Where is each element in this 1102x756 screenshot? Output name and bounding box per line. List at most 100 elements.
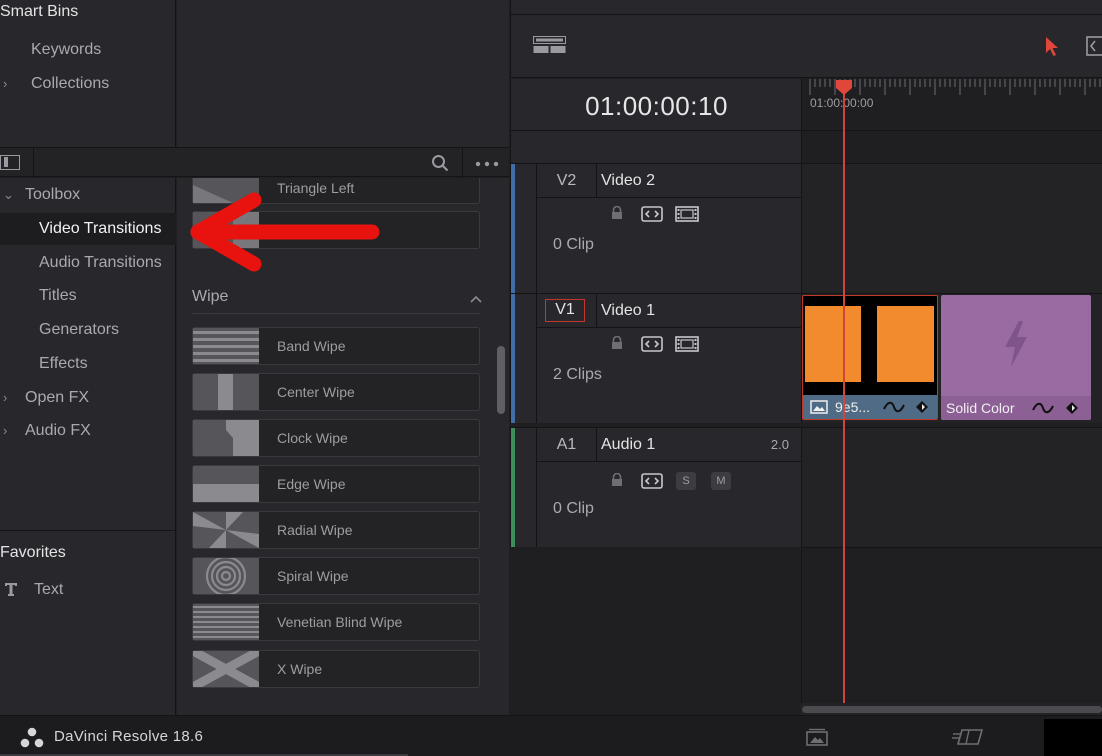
divider [0, 530, 176, 531]
timeline-view-options-icon[interactable] [533, 36, 566, 54]
smart-bins-header: Smart Bins [0, 3, 79, 20]
track-lane-a1[interactable] [801, 427, 1102, 547]
playhead-line[interactable] [843, 80, 845, 704]
bin-contents-area [177, 0, 509, 147]
tree-item-open-fx[interactable]: Open FX [25, 389, 89, 407]
app-footer: DaVinci Resolve 18.6 [0, 715, 1102, 756]
film-strip-icon[interactable] [675, 336, 699, 352]
favorites-header: Favorites [0, 544, 66, 561]
chevron-down-icon[interactable]: ⌄ [3, 187, 14, 203]
tree-item-generators[interactable]: Generators [39, 321, 119, 339]
transition-x-wipe[interactable]: X Wipe [192, 650, 480, 688]
chevron-right-icon[interactable]: › [3, 423, 7, 438]
transition-label: Radial Wipe [277, 522, 353, 538]
transition-spiral-wipe[interactable]: Spiral Wipe [192, 557, 480, 595]
divider [597, 197, 802, 198]
lock-icon[interactable] [610, 473, 624, 487]
keyframe-icon[interactable] [915, 400, 929, 414]
timeline-clip-solid-color[interactable]: Solid Color [941, 295, 1091, 420]
favorite-item-text[interactable]: Text [34, 581, 63, 599]
tree-item-titles[interactable]: Titles [39, 287, 77, 305]
media-page-icon[interactable] [806, 728, 828, 746]
timeline-toolbar [510, 0, 1102, 78]
clip-footer: 9e5... [803, 395, 937, 419]
divider [597, 327, 802, 328]
transition-edge-wipe[interactable]: Edge Wipe [192, 465, 480, 503]
curve-icon[interactable] [883, 400, 905, 414]
transition-label: X Wipe [277, 661, 323, 677]
transition-label: Band Wipe [277, 338, 346, 354]
footer-black-area [1044, 719, 1102, 756]
track-id-active[interactable]: V1 [545, 299, 585, 322]
auto-select-icon[interactable] [641, 473, 663, 489]
keyframe-icon[interactable] [1065, 401, 1079, 415]
track-name[interactable]: Video 1 [601, 294, 655, 328]
playhead-handle[interactable] [835, 80, 853, 96]
toolbox-panel: ⌄ Toolbox Video Transitions Audio Transi… [0, 178, 176, 715]
clip-name: Solid Color [946, 400, 1015, 416]
divider [33, 148, 34, 178]
lock-icon[interactable] [610, 206, 624, 220]
transition-center-wipe[interactable]: Center Wipe [192, 373, 480, 411]
track-name[interactable]: Audio 1 [601, 428, 655, 462]
transition-radial-wipe[interactable]: Radial Wipe [192, 511, 480, 549]
effects-toolbar [0, 147, 509, 178]
text-T-icon [5, 583, 17, 596]
transition-thumbnail [193, 466, 259, 502]
timeline-scrollbar[interactable] [802, 706, 1102, 713]
tree-item-audio-transitions[interactable]: Audio Transitions [39, 254, 162, 272]
track-id[interactable]: A1 [537, 428, 597, 462]
tree-item-toolbox[interactable]: Toolbox [25, 186, 80, 204]
mute-button[interactable]: M [711, 472, 731, 490]
clip-thumbnail [803, 296, 936, 394]
divider [511, 14, 1102, 15]
track-id[interactable]: V2 [537, 164, 597, 198]
cut-page-icon[interactable] [952, 728, 984, 746]
transition-clock-wipe[interactable]: Clock Wipe [192, 419, 480, 457]
lock-icon[interactable] [610, 336, 624, 350]
transition-venetian-blind-wipe[interactable]: Venetian Blind Wipe [192, 603, 480, 641]
tree-item-audio-fx[interactable]: Audio FX [25, 422, 91, 440]
tree-item-video-transitions[interactable]: Video Transitions [39, 220, 161, 238]
more-options-icon[interactable] [475, 161, 499, 167]
clip-footer: Solid Color [941, 396, 1091, 420]
chevron-right-icon[interactable]: › [3, 390, 7, 405]
transition-band-wipe[interactable]: Band Wipe [192, 327, 480, 365]
divider [511, 130, 802, 131]
divider [462, 148, 463, 178]
chevron-right-icon[interactable]: › [3, 76, 7, 91]
clip-count: 2 Clips [553, 366, 602, 383]
track-color-bar [511, 428, 515, 547]
tree-item-collections[interactable]: Collections [31, 75, 109, 93]
tree-item-keywords[interactable]: Keywords [31, 41, 101, 59]
timeline-clip-image[interactable]: 9e5... [802, 295, 938, 420]
track-header-v2[interactable]: V2 Video 2 0 Clip [510, 163, 802, 293]
track-name[interactable]: Video 2 [601, 164, 655, 198]
auto-select-icon[interactable] [641, 206, 663, 222]
track-header-a1[interactable]: A1 Audio 1 2.0 S M 0 Clip [510, 427, 802, 547]
wipe-section-header[interactable]: Wipe [192, 288, 228, 306]
track-lane-empty[interactable] [801, 547, 1102, 703]
chevron-up-icon[interactable] [470, 293, 482, 305]
curve-icon[interactable] [1032, 401, 1054, 415]
solo-button[interactable]: S [676, 472, 696, 490]
selection-pointer-icon[interactable] [1045, 36, 1059, 56]
search-icon[interactable] [431, 154, 449, 172]
transitions-scrollbar[interactable] [497, 346, 505, 414]
app-title: DaVinci Resolve 18.6 [54, 728, 204, 745]
transition-label: Spiral Wipe [277, 568, 349, 584]
timecode-display[interactable]: 01:00:00:10 [511, 91, 802, 122]
auto-select-icon[interactable] [641, 336, 663, 352]
image-icon [810, 400, 828, 414]
transition-thumbnail [193, 558, 259, 594]
panel-toggle-icon[interactable] [0, 155, 20, 170]
track-lane-v2[interactable] [801, 163, 1102, 293]
divider [802, 130, 1102, 131]
timeline-scrollbar-track [801, 703, 1102, 715]
track-header-v1[interactable]: V1 Video 1 2 Clips [510, 293, 802, 423]
transition-thumbnail [193, 374, 259, 410]
divider [192, 313, 480, 314]
film-strip-icon[interactable] [675, 206, 699, 222]
trim-edit-icon[interactable] [1086, 36, 1102, 56]
tree-item-effects[interactable]: Effects [39, 355, 88, 373]
